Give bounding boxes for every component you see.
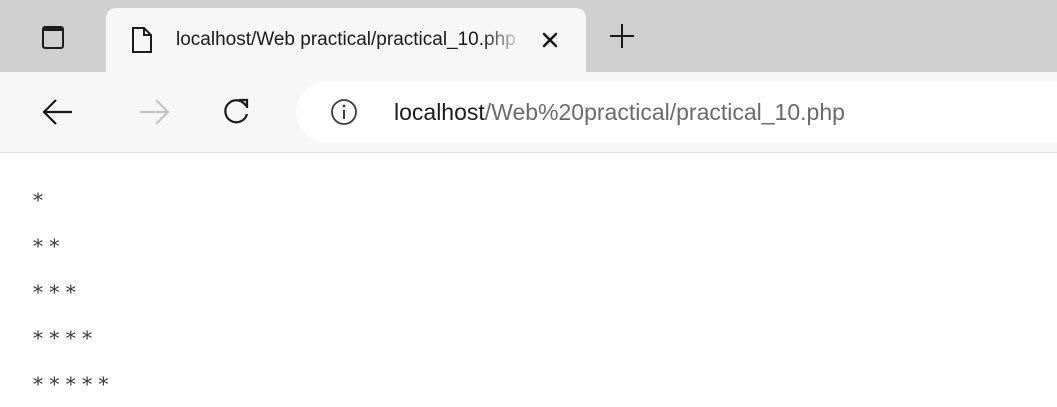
pattern-row-2: * * bbox=[33, 234, 60, 258]
back-button[interactable] bbox=[34, 88, 82, 136]
plus-icon bbox=[610, 24, 634, 48]
tab-title: localhost/Web practical/practical_10.php bbox=[176, 29, 516, 50]
pattern-row-3: * * * bbox=[33, 280, 76, 304]
forward-button[interactable] bbox=[130, 88, 178, 136]
close-icon bbox=[542, 32, 558, 48]
star-pattern: * * * * * * * * * * * * * * * bbox=[33, 177, 108, 407]
active-tab[interactable]: localhost/Web practical/practical_10.php bbox=[106, 8, 586, 72]
tab-actions-button[interactable] bbox=[26, 14, 80, 60]
tab-actions-icon bbox=[42, 25, 64, 49]
url-text[interactable]: localhost/Web%20practical/practical_10.p… bbox=[394, 99, 845, 126]
new-tab-button[interactable] bbox=[600, 16, 644, 56]
pattern-row-5: * * * * * bbox=[33, 372, 109, 396]
browser-toolbar: localhost/Web%20practical/practical_10.p… bbox=[0, 72, 1057, 153]
page-icon bbox=[132, 27, 152, 53]
info-icon[interactable] bbox=[330, 98, 358, 126]
url-host: localhost bbox=[394, 99, 485, 125]
tab-close-button[interactable] bbox=[536, 26, 564, 54]
pattern-row-1: * bbox=[33, 188, 43, 212]
page-content: * * * * * * * * * * * * * * * bbox=[0, 153, 1057, 396]
url-path: /Web%20practical/practical_10.php bbox=[484, 99, 845, 125]
address-bar[interactable]: localhost/Web%20practical/practical_10.p… bbox=[296, 81, 1057, 143]
back-arrow-icon bbox=[42, 99, 72, 125]
refresh-icon bbox=[224, 98, 249, 124]
pattern-row-4: * * * * bbox=[33, 326, 93, 350]
tab-strip: localhost/Web practical/practical_10.php bbox=[0, 0, 1057, 72]
forward-arrow-icon bbox=[140, 99, 170, 125]
refresh-button[interactable] bbox=[212, 88, 260, 136]
